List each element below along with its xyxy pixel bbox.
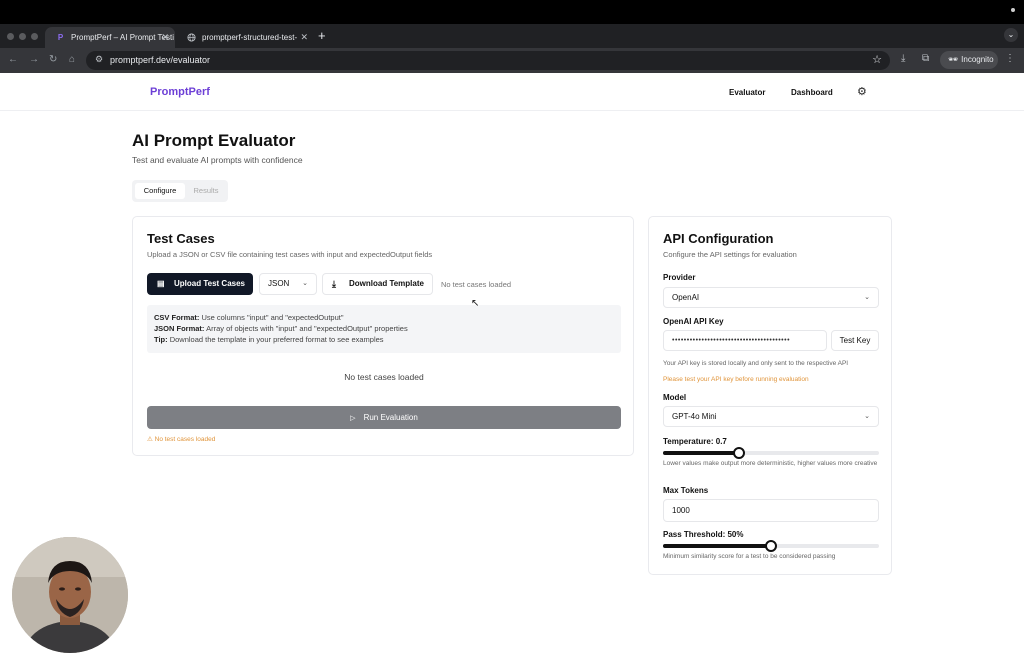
- chevron-down-icon: ⌄: [864, 294, 870, 301]
- bookmark-star-icon[interactable]: ☆: [872, 53, 882, 66]
- download-icon[interactable]: ⤓: [901, 53, 905, 64]
- max-tokens-input[interactable]: 1000: [663, 499, 879, 522]
- format-value: JSON: [268, 279, 290, 288]
- play-icon: ▷: [350, 415, 356, 422]
- site-info-icon[interactable]: ⚙: [95, 54, 103, 65]
- threshold-note: Minimum similarity score for a test to b…: [663, 553, 836, 560]
- home-icon[interactable]: ⌂: [69, 54, 75, 65]
- extensions-icon[interactable]: ⧉: [922, 53, 929, 64]
- model-select[interactable]: GPT-4o Mini ⌄: [663, 406, 879, 427]
- address-bar[interactable]: ⚙ promptperf.dev/evaluator ☆: [86, 51, 890, 70]
- window-minimize-button[interactable]: [19, 33, 26, 40]
- download-template-button[interactable]: ⤓ Download Template: [322, 273, 433, 295]
- screen-top-bar: [0, 0, 1024, 24]
- max-tokens-label: Max Tokens: [663, 486, 709, 495]
- tab-configure[interactable]: Configure: [135, 183, 185, 199]
- test-cases-subtitle: Upload a JSON or CSV file containing tes…: [147, 250, 433, 259]
- empty-state-message: No test cases loaded: [344, 372, 424, 382]
- nav-evaluator[interactable]: Evaluator: [729, 88, 765, 97]
- upload-test-cases-button[interactable]: ▤ Upload Test Cases: [147, 273, 253, 295]
- chevron-down-icon: ⌄: [864, 413, 870, 420]
- temperature-label: Temperature: 0.7: [663, 437, 727, 446]
- api-config-card: API Configuration Configure the API sett…: [648, 216, 892, 575]
- temperature-slider-fill: [663, 451, 739, 455]
- tab-search-chevron-icon[interactable]: ⌄: [1004, 28, 1018, 42]
- run-evaluation-button[interactable]: ▷ Run Evaluation: [147, 406, 621, 429]
- temperature-note: Lower values make output more determinis…: [663, 460, 878, 467]
- download-label: Download Template: [349, 279, 424, 288]
- model-label: Model: [663, 393, 687, 402]
- reload-icon[interactable]: ↻: [49, 54, 57, 65]
- csv-format-line: CSV Format: Use columns "input" and "exp…: [154, 313, 344, 322]
- incognito-badge[interactable]: 🕶 Incognito: [940, 51, 998, 69]
- browser-tab-strip: P PromptPerf – AI Prompt Testi ✕ promptp…: [0, 24, 1024, 48]
- temperature-slider-thumb[interactable]: [732, 447, 745, 459]
- tip-line: Tip: Download the template in your prefe…: [154, 335, 384, 344]
- incognito-label: Incognito: [961, 55, 994, 64]
- browser-tab-structured-test[interactable]: promptperf-structured-test- ✕: [176, 27, 314, 48]
- browser-menu-icon[interactable]: ⋮: [1005, 53, 1015, 64]
- upload-label: Upload Test Cases: [174, 279, 245, 288]
- window-zoom-button[interactable]: [31, 33, 38, 40]
- tab-title: promptperf-structured-test-: [202, 33, 298, 42]
- threshold-slider-fill: [663, 544, 771, 548]
- format-help-box: CSV Format: Use columns "input" and "exp…: [147, 305, 621, 353]
- test-cases-title: Test Cases: [147, 231, 215, 246]
- nav-dashboard[interactable]: Dashboard: [791, 88, 833, 97]
- test-key-button[interactable]: Test Key: [831, 330, 879, 351]
- chevron-down-icon: ⌄: [302, 280, 308, 287]
- provider-select[interactable]: OpenAI ⌄: [663, 287, 879, 308]
- json-format-line: JSON Format: Array of objects with "inpu…: [154, 324, 408, 333]
- threshold-slider[interactable]: [663, 540, 879, 552]
- brand-logo[interactable]: PromptPerf: [150, 86, 210, 98]
- tab-close-icon[interactable]: ✕: [161, 32, 169, 43]
- api-key-note: Your API key is stored locally and only …: [663, 360, 849, 367]
- no-test-cases-warning: ⚠ No test cases loaded: [147, 436, 216, 443]
- temperature-slider[interactable]: [663, 447, 879, 459]
- upload-file-icon: ▤: [157, 279, 165, 288]
- incognito-icon: 🕶: [948, 55, 959, 64]
- mouse-cursor-icon: ↖: [471, 298, 480, 309]
- page: PromptPerf Evaluator Dashboard ⚙ AI Prom…: [0, 73, 1024, 664]
- model-value: GPT-4o Mini: [672, 412, 717, 421]
- page-title: AI Prompt Evaluator: [132, 131, 296, 150]
- format-select[interactable]: JSON ⌄: [259, 273, 317, 295]
- new-tab-button[interactable]: +: [318, 28, 326, 43]
- browser-tab-promptperf[interactable]: P PromptPerf – AI Prompt Testi ✕: [45, 27, 175, 48]
- api-config-subtitle: Configure the API settings for evaluatio…: [663, 250, 797, 259]
- settings-gear-icon[interactable]: ⚙: [857, 85, 867, 98]
- api-config-title: API Configuration: [663, 231, 774, 246]
- provider-value: OpenAI: [672, 293, 700, 302]
- tab-close-icon[interactable]: ✕: [300, 32, 308, 43]
- api-key-warning: Please test your API key before running …: [663, 376, 809, 383]
- recording-indicator: [1011, 8, 1015, 12]
- api-key-input[interactable]: ••••••••••••••••••••••••••••••••••••••••: [663, 330, 827, 351]
- forward-arrow-icon[interactable]: →: [29, 54, 39, 65]
- promptperf-favicon-icon: P: [57, 33, 64, 42]
- window-close-button[interactable]: [7, 33, 14, 40]
- threshold-slider-thumb[interactable]: [765, 540, 777, 552]
- tab-results[interactable]: Results: [188, 183, 224, 199]
- app-header: PromptPerf Evaluator Dashboard ⚙: [0, 73, 1024, 111]
- globe-icon: [187, 33, 196, 42]
- provider-label: Provider: [663, 273, 696, 282]
- run-label: Run Evaluation: [363, 413, 418, 422]
- download-icon: ⤓: [332, 279, 336, 289]
- back-arrow-icon[interactable]: ←: [8, 54, 18, 65]
- test-cases-card: Test Cases Upload a JSON or CSV file con…: [132, 216, 634, 456]
- page-subtitle: Test and evaluate AI prompts with confid…: [132, 155, 303, 165]
- browser-toolbar: ← → ↻ ⌂ ⚙ promptperf.dev/evaluator ☆ ⤓ ⧉: [0, 48, 1024, 73]
- threshold-label: Pass Threshold: 50%: [663, 530, 744, 539]
- webcam-overlay: [12, 537, 128, 653]
- webcam-person-image: [12, 537, 128, 653]
- tab-title: PromptPerf – AI Prompt Testi: [71, 33, 175, 42]
- configure-results-tabs: Configure Results: [132, 180, 228, 202]
- address-url[interactable]: promptperf.dev/evaluator: [110, 55, 210, 65]
- test-cases-status: No test cases loaded: [441, 280, 512, 289]
- api-key-label: OpenAI API Key: [663, 317, 724, 326]
